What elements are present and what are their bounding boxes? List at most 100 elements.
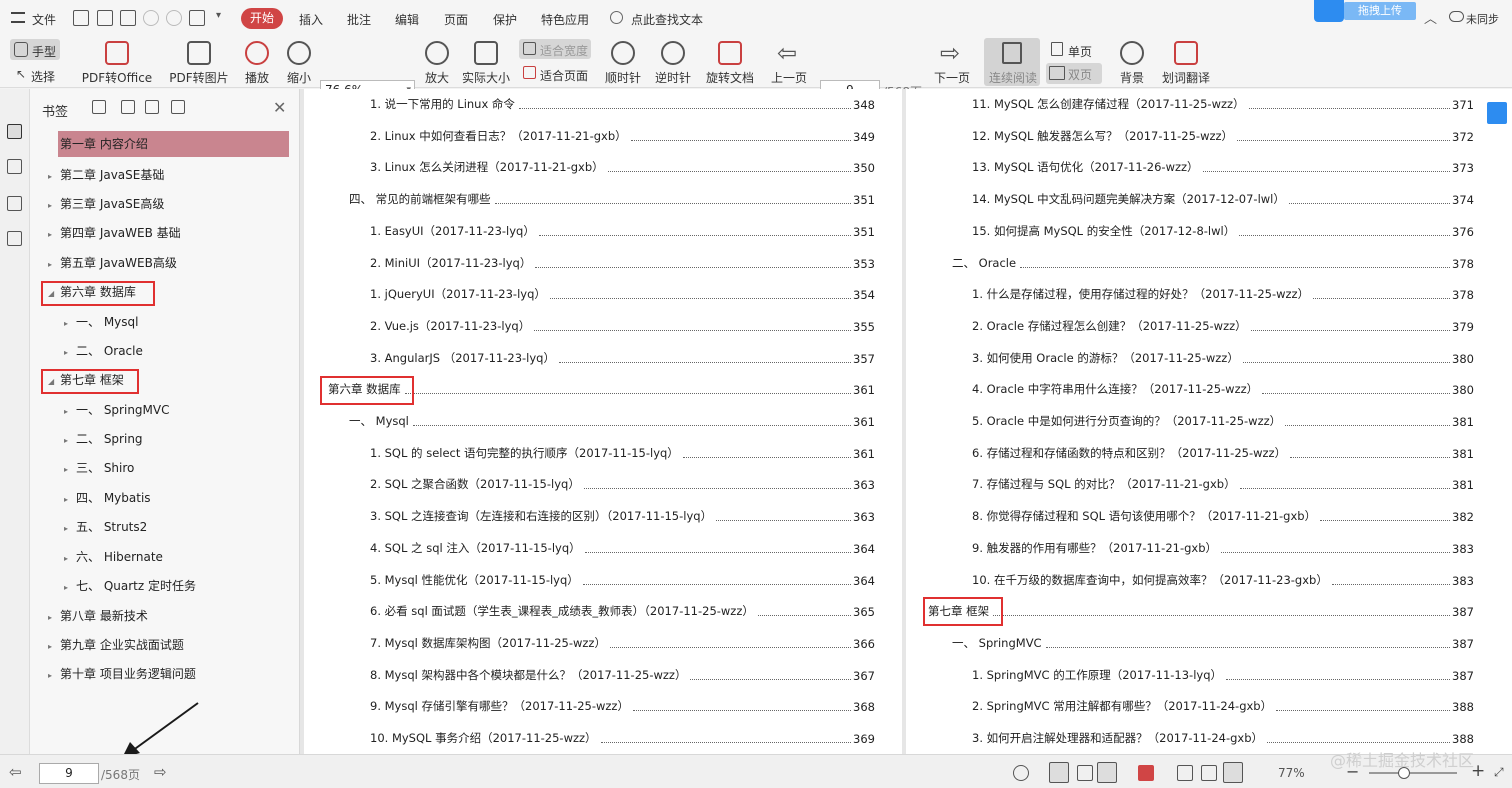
side-tool-icon[interactable] xyxy=(1487,102,1507,124)
toc-entry[interactable]: 9. 触发器的作用有哪些？（2017-11-21-gxb） 383 xyxy=(972,539,1474,556)
bookmark-item-ch10[interactable]: ▸ 第十章 项目业务逻辑问题 xyxy=(48,661,196,687)
bookmark-item-mybatis[interactable]: ▸ 四、 Mybatis xyxy=(64,485,151,511)
toc-entry[interactable]: 3. 如何使用 Oracle 的游标？（2017-11-25-wzz） 380 xyxy=(972,349,1474,366)
expand-all-icon[interactable] xyxy=(121,100,135,114)
tab-protect[interactable]: 保护 xyxy=(493,11,517,28)
bookmark-item-ch1[interactable]: 第一章 内容介绍 xyxy=(58,131,289,157)
toc-entry[interactable]: 4. SQL 之 sql 注入（2017-11-15-lyq） 364 xyxy=(370,539,875,556)
chevron-right-icon[interactable]: ▸ xyxy=(64,546,76,572)
tab-features[interactable]: 特色应用 xyxy=(541,11,589,28)
tab-page[interactable]: 页面 xyxy=(444,11,468,28)
file-menu[interactable]: 文件 xyxy=(32,11,56,28)
toc-entry[interactable]: 2. SQL 之聚合函数（2017-11-15-lyq） 363 xyxy=(370,476,875,493)
chevron-right-icon[interactable]: ▸ xyxy=(64,428,76,454)
status-page-input[interactable]: 9 xyxy=(39,763,99,784)
attachment-panel-icon[interactable] xyxy=(7,231,22,246)
next-page-button[interactable]: ⇨ 下一页 xyxy=(932,41,972,86)
chevron-right-icon[interactable]: ▸ xyxy=(48,663,60,689)
next-page-icon[interactable]: ⇨ xyxy=(154,763,167,781)
toc-entry[interactable]: 7. Mysql 数据库架构图（2017-11-25-wzz） 366 xyxy=(370,634,875,651)
toc-entry[interactable]: 3. SQL 之连接查询（左连接和右连接的区别）（2017-11-15-lyq）… xyxy=(370,508,875,525)
chevron-right-icon[interactable]: ▸ xyxy=(64,340,76,366)
bookmark-settings-icon[interactable] xyxy=(145,100,159,114)
chevron-right-icon[interactable]: ▸ xyxy=(48,252,60,278)
toc-entry[interactable]: 12. MySQL 触发器怎么写？（2017-11-25-wzz） 372 xyxy=(972,127,1474,144)
toc-entry[interactable]: 7. 存储过程与 SQL 的对比？（2017-11-21-gxb） 381 xyxy=(972,476,1474,493)
toc-entry[interactable]: 1. 什么是存储过程，使用存储过程的好处？（2017-11-25-wzz） 378 xyxy=(972,286,1474,303)
save-icon[interactable] xyxy=(97,10,113,26)
chevron-right-icon[interactable]: ▸ xyxy=(64,311,76,337)
toc-entry[interactable]: 2. Vue.js（2017-11-23-lyq） 355 xyxy=(370,317,875,334)
chevron-right-icon[interactable]: ▸ xyxy=(48,164,60,190)
redo-icon[interactable] xyxy=(166,10,182,26)
add-bookmark-icon[interactable] xyxy=(92,100,106,114)
toc-entry[interactable]: 1. SQL 的 select 语句完整的执行顺序（2017-11-15-lyq… xyxy=(370,444,875,461)
bookmark-list-icon[interactable] xyxy=(171,100,185,114)
zoom-in-button[interactable]: 放大 xyxy=(422,41,452,86)
search-icon[interactable] xyxy=(610,11,623,24)
chevron-right-icon[interactable]: ▸ xyxy=(48,605,60,631)
single-view-icon[interactable] xyxy=(1077,765,1093,781)
chevron-right-icon[interactable]: ▸ xyxy=(64,575,76,601)
bookmark-item-quartz[interactable]: ▸ 七、 Quartz 定时任务 xyxy=(64,573,196,599)
toc-entry[interactable]: 8. 你觉得存储过程和 SQL 语句该使用哪个？（2017-11-21-gxb）… xyxy=(972,508,1474,525)
toc-entry[interactable]: 一、 Mysql 361 xyxy=(349,413,875,429)
eye-icon[interactable] xyxy=(1013,765,1029,781)
bookmark-item-ch9[interactable]: ▸ 第九章 企业实战面试题 xyxy=(48,632,184,658)
actual-size-button[interactable]: 实际大小 xyxy=(460,41,512,86)
toc-entry[interactable]: 4. Oracle 中字符串用什么连接？（2017-11-25-wzz） 380 xyxy=(972,381,1474,398)
chevron-right-icon[interactable]: ▸ xyxy=(48,193,60,219)
toc-entry[interactable]: 9. Mysql 存储引擎有哪些？（2017-11-25-wzz） 368 xyxy=(370,698,875,715)
toc-entry[interactable]: 2. MiniUI（2017-11-23-lyq） 353 xyxy=(370,254,875,271)
toc-entry[interactable]: 3. AngularJS （2017-11-23-lyq） 357 xyxy=(370,349,875,366)
fit-width-icon[interactable] xyxy=(1223,762,1243,783)
rotate-counterclockwise-button[interactable]: 逆时针 xyxy=(653,41,693,86)
toc-entry[interactable]: 10. 在千万级的数据库查询中，如何提高效率？（2017-11-23-gxb） 3… xyxy=(972,571,1474,588)
bookmark-item-ch8[interactable]: ▸ 第八章 最新技术 xyxy=(48,603,148,629)
translate-button[interactable]: 划词翻译 xyxy=(1160,41,1212,86)
bookmark-item-struts2[interactable]: ▸ 五、 Struts2 xyxy=(64,514,147,540)
toc-entry[interactable]: 2. Linux 中如何查看日志？（2017-11-21-gxb） 349 xyxy=(370,127,875,144)
hand-tool-button[interactable]: 手型 xyxy=(10,39,60,60)
toc-entry[interactable]: 二、 Oracle 378 xyxy=(952,254,1474,271)
hamburger-icon[interactable] xyxy=(11,12,25,23)
chevron-right-icon[interactable]: ▸ xyxy=(64,516,76,542)
upload-button[interactable]: 拖拽上传 xyxy=(1344,2,1416,20)
annotation-panel-icon[interactable] xyxy=(7,196,22,211)
toc-entry[interactable]: 6. 存储过程和存储函数的特点和区别？（2017-11-25-wzz） 381 xyxy=(972,444,1474,461)
toc-entry[interactable]: 14. MySQL 中文乱码问题完美解决方案（2017-12-07-lwl） 37… xyxy=(972,191,1474,208)
chevron-right-icon[interactable]: ▸ xyxy=(64,487,76,513)
collapse-icon[interactable]: ︿ xyxy=(1424,8,1437,27)
fit-page-button[interactable]: 适合页面 xyxy=(540,67,588,84)
toc-entry[interactable]: 8. Mysql 架构器中各个模块都是什么？（2017-11-25-wzz） 36… xyxy=(370,666,875,683)
thumbnail-panel-icon[interactable] xyxy=(7,159,22,174)
bookmark-panel-icon[interactable] xyxy=(7,124,22,139)
toc-entry[interactable]: 13. MySQL 语句优化（2017-11-26-wzz） 373 xyxy=(972,159,1474,176)
toc-entry[interactable]: 1. 说一下常用的 Linux 命令 348 xyxy=(370,96,875,112)
single-page-button[interactable]: 单页 xyxy=(1068,43,1092,60)
export-icon[interactable] xyxy=(189,10,205,26)
zoom-slider-thumb[interactable] xyxy=(1398,767,1410,779)
prev-page-icon[interactable]: ⇦ xyxy=(9,763,22,781)
open-icon[interactable] xyxy=(73,10,89,26)
bookmark-item-spring[interactable]: ▸ 二、 Spring xyxy=(64,426,143,452)
bookmark-item-shiro[interactable]: ▸ 三、 Shiro xyxy=(64,455,134,481)
sync-status[interactable]: 未同步 xyxy=(1466,11,1499,27)
bookmark-item-ch2[interactable]: ▸ 第二章 JavaSE基础 xyxy=(48,162,164,188)
pdf-to-image-button[interactable]: PDF转图片 xyxy=(168,41,230,86)
tab-edit[interactable]: 编辑 xyxy=(395,11,419,28)
chevron-right-icon[interactable]: ▸ xyxy=(64,457,76,483)
bookmark-item-ch4[interactable]: ▸ 第四章 JavaWEB 基础 xyxy=(48,220,181,246)
zoom-slider[interactable] xyxy=(1369,767,1457,779)
toc-entry[interactable]: 第七章 框架 387 xyxy=(928,603,1474,620)
bookmark-item-mysql[interactable]: ▸ 一、 Mysql xyxy=(64,309,138,335)
tab-comment[interactable]: 批注 xyxy=(347,11,371,28)
chevron-right-icon[interactable]: ▸ xyxy=(64,399,76,425)
toc-entry[interactable]: 5. Oracle 中是如何进行分页查询的？（2017-11-25-wzz） 38… xyxy=(972,413,1474,429)
toc-entry[interactable]: 2. Oracle 存储过程怎么创建？（2017-11-25-wzz） 379 xyxy=(972,317,1474,334)
quick-access-dropdown-icon[interactable]: ▾ xyxy=(216,10,221,21)
continuous-read-button[interactable]: 连续阅读 xyxy=(984,38,1040,86)
chevron-right-icon[interactable]: ▸ xyxy=(48,634,60,660)
chevron-right-icon[interactable]: ▸ xyxy=(48,222,60,248)
toc-entry[interactable]: 6. 必看 sql 面试题（学生表_课程表_成绩表_教师表）（2017-11-2… xyxy=(370,603,875,620)
